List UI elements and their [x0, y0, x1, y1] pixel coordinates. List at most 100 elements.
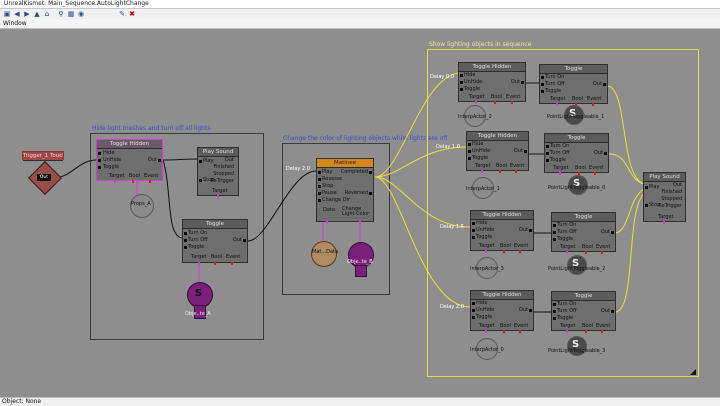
zoom-icon[interactable]: ◉ — [77, 10, 85, 18]
var-link[interactable] — [585, 330, 587, 333]
var-link[interactable] — [494, 101, 496, 104]
forward-icon[interactable]: ▶ — [23, 10, 31, 18]
pin-dot[interactable] — [158, 159, 161, 162]
node-toggle-hidden-4[interactable]: Toggle Hidden Hide UnHide Toggle Out Tar… — [470, 290, 534, 333]
var-link[interactable] — [481, 170, 483, 173]
var-link[interactable] — [585, 251, 587, 254]
var-link[interactable] — [198, 262, 200, 265]
pin-dot[interactable] — [184, 239, 187, 242]
var-link[interactable] — [359, 221, 361, 224]
node-toggle-hidden-2[interactable]: Toggle Hidden Hide UnHide Toggle Out Tar… — [466, 131, 529, 173]
var-link[interactable] — [503, 250, 505, 253]
var-link[interactable] — [663, 221, 665, 224]
pin-dot[interactable] — [524, 150, 527, 153]
var-link[interactable] — [132, 180, 134, 183]
pin-dot[interactable] — [184, 232, 187, 235]
node-play-sound-a[interactable]: Play Sound Play Stop Out Finished Stoppe… — [197, 147, 239, 198]
pin-dot[interactable] — [98, 152, 101, 155]
pin-dot[interactable] — [546, 152, 549, 155]
pin-dot[interactable] — [645, 204, 648, 207]
var-link[interactable] — [485, 330, 487, 333]
node-toggle-3[interactable]: Toggle Turn On Turn Off Toggle Out Targe… — [551, 212, 616, 254]
pin-dot[interactable] — [318, 178, 321, 181]
node-toggle-a[interactable]: Toggle Turn On Turn Off Toggle Out Targe… — [182, 219, 248, 265]
pin-dot[interactable] — [369, 171, 372, 174]
var-link[interactable] — [231, 262, 233, 265]
var-link[interactable] — [519, 330, 521, 333]
pin-dot[interactable] — [318, 185, 321, 188]
var-link[interactable] — [601, 330, 603, 333]
pin-dot[interactable] — [541, 83, 544, 86]
pin-dot[interactable] — [468, 157, 471, 160]
pin-dot[interactable] — [369, 192, 372, 195]
node-toggle-hidden-a[interactable]: Toggle Hidden Hide UnHide Toggle Out Tar… — [96, 139, 163, 183]
pin-dot[interactable] — [472, 316, 475, 319]
pin-dot[interactable] — [472, 309, 475, 312]
pin-dot[interactable] — [529, 229, 532, 232]
node-toggle-2[interactable]: Toggle Turn On Turn Off Toggle Out Targe… — [544, 133, 609, 175]
pin-dot[interactable] — [243, 239, 246, 242]
open-icon[interactable]: ▣ — [3, 10, 11, 18]
pin-dot[interactable] — [460, 74, 463, 77]
back-icon[interactable]: ◀ — [13, 10, 21, 18]
search-icon[interactable]: ⚲ — [57, 10, 65, 18]
pin-dot[interactable] — [460, 81, 463, 84]
pin-dot[interactable] — [521, 81, 524, 84]
node-toggle-hidden-1[interactable]: Toggle Hidden Hide UnHide Toggle Out Tar… — [458, 62, 526, 104]
var-link[interactable] — [566, 251, 568, 254]
pin-dot[interactable] — [199, 179, 202, 182]
var-link[interactable] — [217, 195, 219, 198]
pin-dot[interactable] — [553, 317, 556, 320]
pin-dot[interactable] — [98, 159, 101, 162]
up-icon[interactable]: ▲ — [33, 10, 41, 18]
var-link[interactable] — [485, 250, 487, 253]
pin-dot[interactable] — [645, 186, 648, 189]
var-link[interactable] — [559, 172, 561, 175]
tool-icon[interactable]: ✎ — [118, 10, 126, 18]
pin-dot[interactable] — [553, 224, 556, 227]
event-trigger-touch[interactable]: Trigger_1 Touch — [22, 151, 64, 161]
pin-dot[interactable] — [318, 171, 321, 174]
var-link[interactable] — [503, 330, 505, 333]
pin-dot[interactable] — [318, 199, 321, 202]
var-link[interactable] — [149, 180, 151, 183]
pin-dot[interactable] — [553, 303, 556, 306]
var-link[interactable] — [519, 250, 521, 253]
var-link[interactable] — [214, 262, 216, 265]
pin-dot[interactable] — [541, 76, 544, 79]
pin-dot[interactable] — [546, 159, 549, 162]
home-icon[interactable]: ⌂ — [43, 10, 51, 18]
menu-window[interactable]: Window — [3, 19, 27, 28]
pin-dot[interactable] — [98, 166, 101, 169]
var-link[interactable] — [594, 172, 596, 175]
pin-dot[interactable] — [553, 231, 556, 234]
pin-dot[interactable] — [318, 192, 321, 195]
pin-dot[interactable] — [604, 152, 607, 155]
pin-dot[interactable] — [472, 229, 475, 232]
var-link[interactable] — [556, 103, 558, 106]
pin-dot[interactable] — [611, 231, 614, 234]
var-link[interactable] — [475, 101, 477, 104]
node-play-sound-b[interactable]: Play Sound Play Stop Out Finished Stoppe… — [643, 172, 686, 224]
pin-dot[interactable] — [472, 222, 475, 225]
var-link[interactable] — [511, 101, 513, 104]
pin-dot[interactable] — [553, 238, 556, 241]
var-link[interactable] — [114, 180, 116, 183]
pin-dot[interactable] — [553, 310, 556, 313]
pin-dot[interactable] — [472, 236, 475, 239]
pin-dot[interactable] — [603, 83, 606, 86]
var-link[interactable] — [592, 103, 594, 106]
node-matinee[interactable]: Matinee Play Reverse Stop Pause Change D… — [316, 158, 374, 224]
pin-dot[interactable] — [199, 160, 202, 163]
var-link[interactable] — [601, 251, 603, 254]
pin-dot[interactable] — [529, 309, 532, 312]
pin-dot[interactable] — [541, 90, 544, 93]
grid-icon[interactable]: ▦ — [67, 10, 75, 18]
var-link[interactable] — [566, 330, 568, 333]
pin-dot[interactable] — [472, 302, 475, 305]
node-toggle-4[interactable]: Toggle Turn On Turn Off Toggle Out Targe… — [551, 291, 616, 333]
kismet-canvas[interactable]: Hide light meshes and turn off all light… — [0, 29, 720, 397]
node-toggle-1[interactable]: Toggle Turn On Turn Off Toggle Out Targe… — [539, 64, 608, 106]
var-link[interactable] — [499, 170, 501, 173]
node-toggle-hidden-3[interactable]: Toggle Hidden Hide UnHide Toggle Out Tar… — [470, 210, 534, 253]
